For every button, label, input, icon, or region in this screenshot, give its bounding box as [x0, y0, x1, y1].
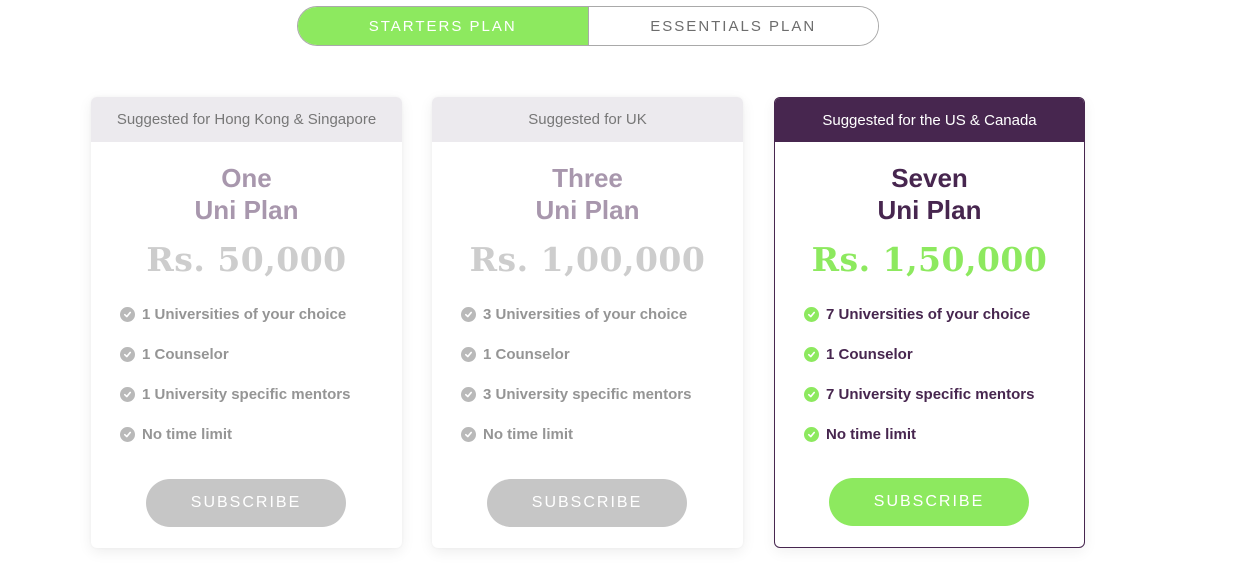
- feature-item: 1 Counselor: [120, 334, 402, 374]
- check-circle-icon: [461, 386, 476, 402]
- feature-label: 1 University specific mentors: [142, 385, 351, 403]
- plan-card-three-uni: Suggested for UK Three Uni Plan Rs. 1,00…: [432, 97, 743, 548]
- feature-label: 1 Counselor: [483, 345, 570, 363]
- check-circle-icon: [804, 426, 819, 442]
- feature-label: 1 Counselor: [826, 345, 913, 363]
- check-circle-icon: [120, 386, 135, 402]
- plan-price: Rs. 1,00,000: [469, 240, 706, 279]
- plan-card-seven-uni: Suggested for the US & Canada Seven Uni …: [774, 97, 1085, 548]
- feature-item: 7 Universities of your choice: [804, 294, 1084, 334]
- check-circle-icon: [461, 346, 476, 362]
- subscribe-button[interactable]: SUBSCRIBE: [146, 479, 346, 527]
- plan-name-line1: Seven: [891, 163, 968, 193]
- feature-label: No time limit: [142, 425, 233, 443]
- feature-item: No time limit: [120, 414, 402, 454]
- plan-name: Three Uni Plan: [432, 162, 743, 226]
- feature-item: 1 University specific mentors: [120, 374, 402, 414]
- feature-label: 7 University specific mentors: [826, 385, 1035, 403]
- plan-name-line2: Uni Plan: [535, 195, 640, 225]
- feature-item: 3 University specific mentors: [461, 374, 743, 414]
- feature-item: No time limit: [804, 414, 1084, 454]
- feature-item: 1 Counselor: [461, 334, 743, 374]
- check-circle-icon: [120, 306, 135, 322]
- plan-name-line1: Three: [552, 163, 623, 193]
- feature-label: No time limit: [483, 425, 574, 443]
- feature-item: 3 Universities of your choice: [461, 294, 743, 334]
- feature-item: 1 Universities of your choice: [120, 294, 402, 334]
- feature-list: 3 Universities of your choice 1 Counselo…: [432, 294, 743, 454]
- feature-item: No time limit: [461, 414, 743, 454]
- tab-starters-plan[interactable]: STARTERS PLAN: [298, 7, 588, 45]
- feature-label: 3 University specific mentors: [483, 385, 692, 403]
- plan-price: Rs. 1,50,000: [811, 240, 1048, 279]
- plan-suggestion-header: Suggested for UK: [432, 97, 743, 142]
- plan-name-line1: One: [221, 163, 272, 193]
- subscribe-button[interactable]: SUBSCRIBE: [829, 478, 1029, 526]
- plan-suggestion-header: Suggested for the US & Canada: [775, 98, 1084, 142]
- check-circle-icon: [120, 426, 135, 442]
- feature-list: 7 Universities of your choice 1 Counselo…: [775, 294, 1084, 454]
- subscribe-button[interactable]: SUBSCRIBE: [487, 479, 687, 527]
- feature-label: 1 Universities of your choice: [142, 305, 347, 323]
- plan-name: One Uni Plan: [91, 162, 402, 226]
- plan-price: Rs. 50,000: [146, 240, 347, 279]
- feature-label: 1 Counselor: [142, 345, 229, 363]
- plan-card-one-uni: Suggested for Hong Kong & Singapore One …: [91, 97, 402, 548]
- tab-essentials-plan[interactable]: ESSENTIALS PLAN: [587, 7, 878, 45]
- plan-name-line2: Uni Plan: [194, 195, 299, 225]
- check-circle-icon: [804, 346, 819, 362]
- plan-type-toggle: STARTERS PLAN ESSENTIALS PLAN: [297, 6, 879, 46]
- check-circle-icon: [804, 306, 819, 322]
- feature-label: 7 Universities of your choice: [826, 305, 1031, 323]
- check-circle-icon: [804, 386, 819, 402]
- feature-item: 1 Counselor: [804, 334, 1084, 374]
- check-circle-icon: [461, 306, 476, 322]
- feature-label: No time limit: [826, 425, 917, 443]
- feature-label: 3 Universities of your choice: [483, 305, 688, 323]
- feature-item: 7 University specific mentors: [804, 374, 1084, 414]
- plan-name: Seven Uni Plan: [775, 162, 1084, 226]
- feature-list: 1 Universities of your choice 1 Counselo…: [91, 294, 402, 454]
- check-circle-icon: [120, 346, 135, 362]
- check-circle-icon: [461, 426, 476, 442]
- plan-name-line2: Uni Plan: [877, 195, 982, 225]
- plan-suggestion-header: Suggested for Hong Kong & Singapore: [91, 97, 402, 142]
